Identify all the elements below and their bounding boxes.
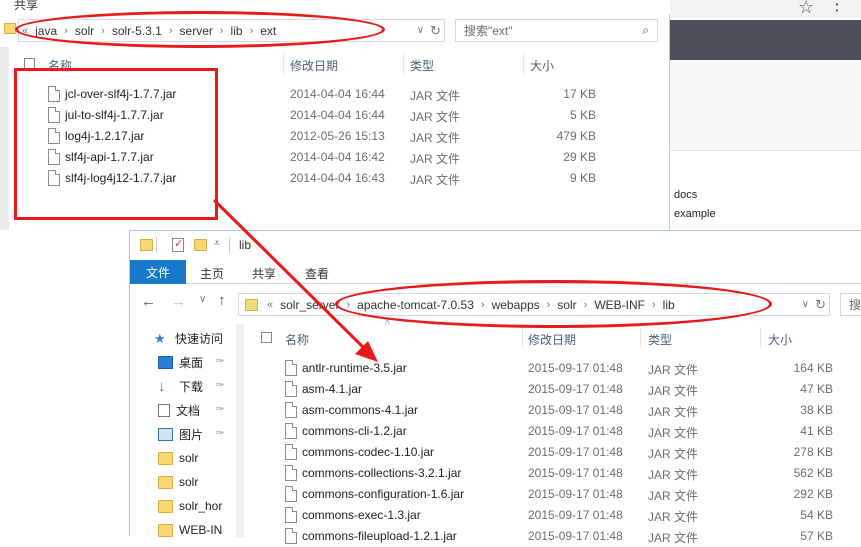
arrow-shaft <box>212 198 370 354</box>
annotation-arrow <box>212 198 378 362</box>
